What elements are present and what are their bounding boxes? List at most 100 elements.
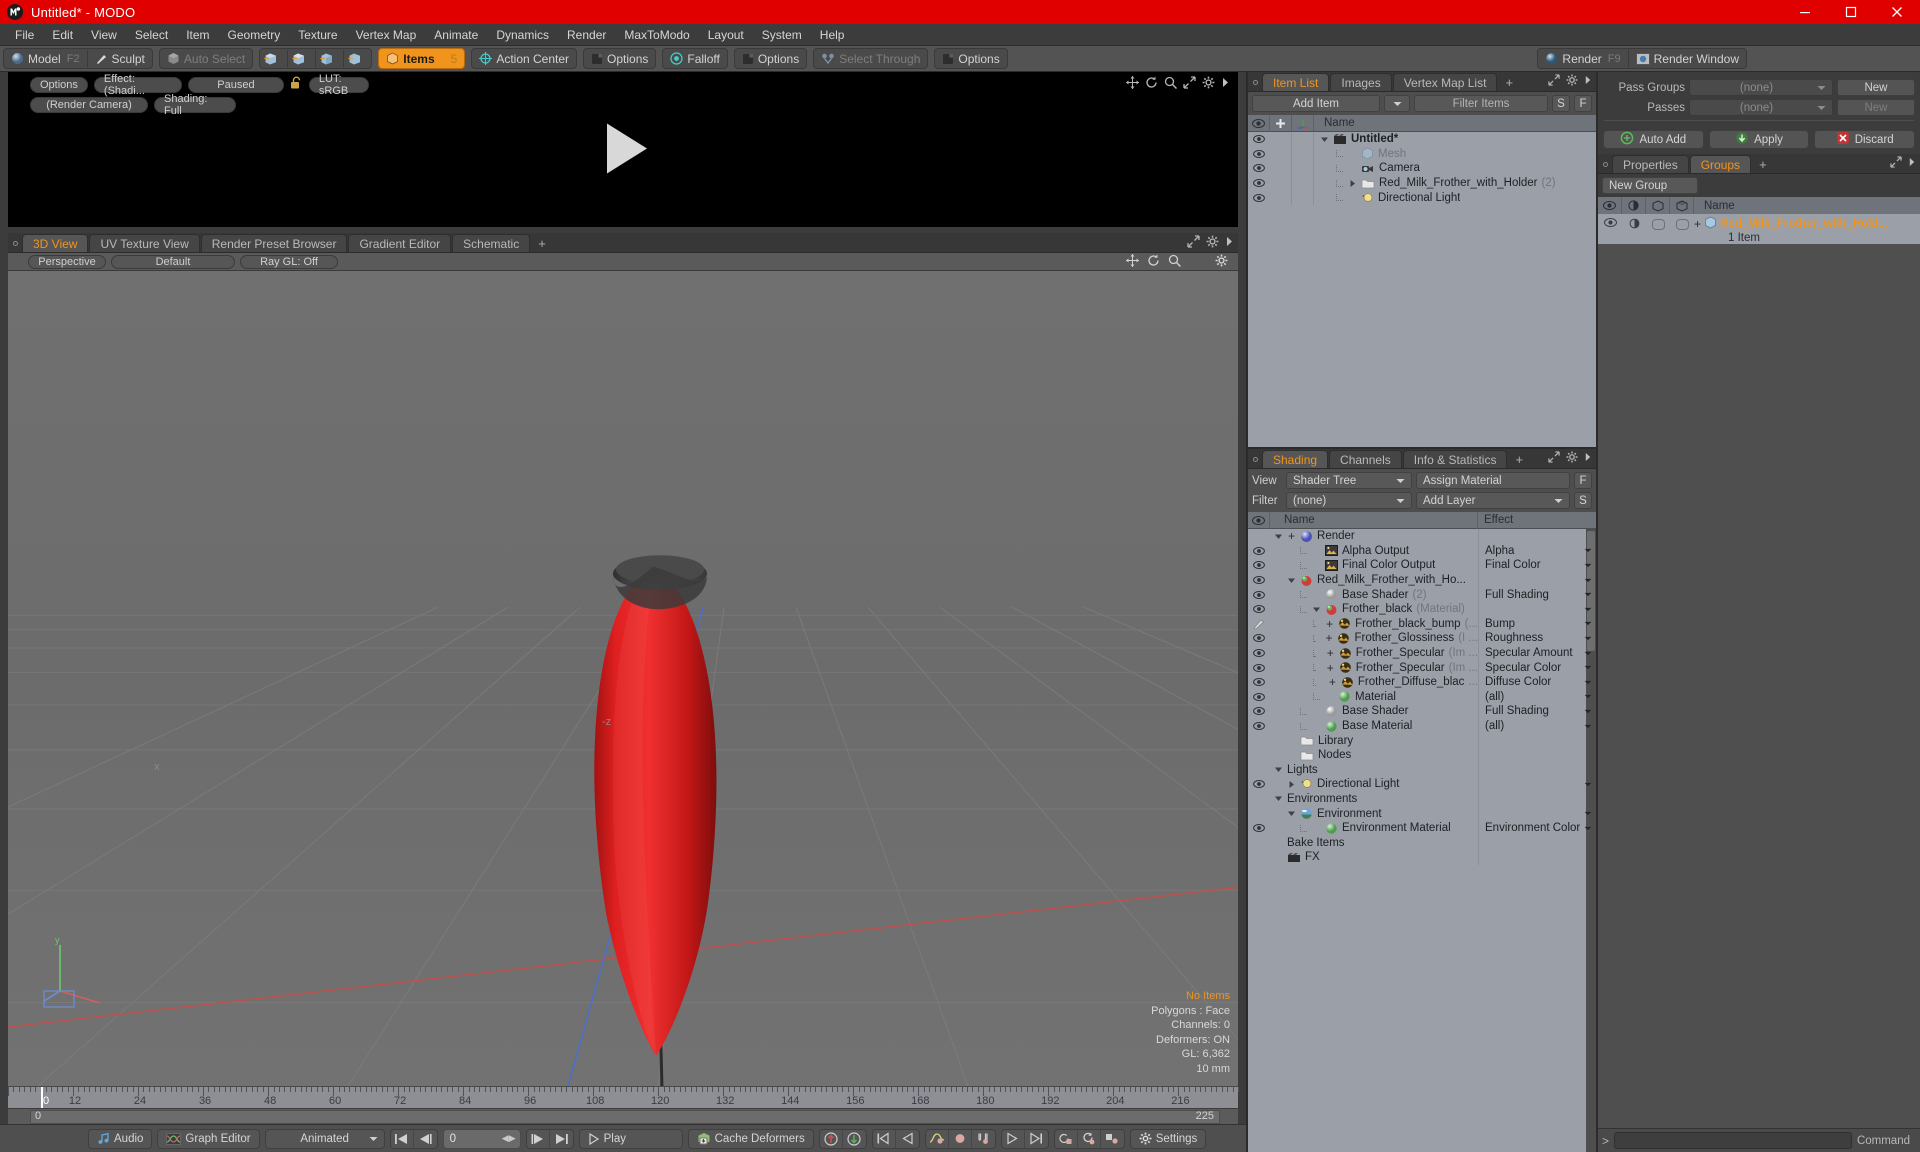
rotate-icon[interactable] (1147, 254, 1160, 270)
action-center-options-button[interactable]: Options (584, 49, 655, 68)
render-preview-panel[interactable]: Options Effect: (Shadi... Paused LUT: sR… (8, 72, 1238, 227)
effect-dropdown[interactable] (1478, 762, 1596, 778)
expand-plus-icon[interactable]: + (1325, 631, 1332, 645)
set-key-curve-button[interactable] (926, 1129, 949, 1148)
minimize-button[interactable] (1782, 0, 1828, 24)
add-viewport-tab-button[interactable]: + (531, 234, 553, 252)
render-camera-dropdown[interactable]: (Render Camera) (30, 97, 148, 113)
expand-plus-icon[interactable]: + (1694, 217, 1701, 231)
raygl-toggle[interactable]: Ray GL: Off (240, 254, 338, 269)
shader-tree-row[interactable]: + Frother_Diffuse_blac... Diffuse Color (1248, 674, 1596, 690)
effect-dropdown[interactable]: Specular Amount (1478, 645, 1596, 661)
layer-visibility-toggle[interactable] (1248, 707, 1270, 716)
item-list-row[interactable]: Camera (1248, 161, 1596, 176)
play-overlay-icon[interactable] (585, 110, 661, 189)
menu-edit[interactable]: Edit (43, 26, 82, 44)
shader-tree-row[interactable]: + Frother_black_bump (... Bump (1248, 616, 1596, 632)
next-key-button2[interactable] (1002, 1129, 1025, 1148)
pass-groups-dropdown[interactable]: (none) (1689, 79, 1833, 96)
shader-tree-row[interactable]: + Frother_Specular (Im ... Specular Color (1248, 660, 1596, 675)
layer-visibility-toggle[interactable] (1248, 722, 1270, 731)
select-through-options-button[interactable]: Options (935, 49, 1006, 68)
shader-tree-row[interactable]: Frother_black (Material) (1248, 601, 1596, 617)
pass-groups-new-button[interactable]: New (1837, 79, 1915, 96)
move-icon[interactable] (1126, 253, 1139, 270)
layer-visibility-toggle[interactable] (1248, 618, 1270, 630)
shading-style-dropdown[interactable]: Default (111, 254, 235, 269)
group-visibility-toggle[interactable] (1598, 214, 1622, 227)
auto-add-button[interactable]: Auto Add (1603, 130, 1704, 149)
add-groups-tab-button[interactable]: + (1752, 155, 1774, 173)
key-up-button[interactable] (820, 1129, 843, 1148)
key-layers-button[interactable] (1101, 1130, 1124, 1148)
expand-plus-icon[interactable]: + (1288, 529, 1295, 543)
gear-icon[interactable] (1206, 235, 1219, 248)
panel-menu-icon[interactable] (1584, 452, 1592, 462)
tab-channels[interactable]: Channels (1329, 450, 1402, 468)
last-key-button[interactable] (1025, 1130, 1048, 1148)
zoom-icon[interactable] (1168, 254, 1182, 270)
lock-cell[interactable] (1270, 146, 1292, 162)
select-through-button[interactable]: Select Through (814, 49, 927, 68)
effect-dropdown[interactable] (1478, 777, 1596, 792)
falloff-options-button[interactable]: Options (735, 49, 806, 68)
effect-dropdown[interactable] (1478, 791, 1596, 807)
assign-material-button[interactable]: Assign Material (1416, 472, 1570, 489)
maximize-panel-icon[interactable] (1183, 76, 1196, 92)
range-slider[interactable] (30, 1110, 1220, 1124)
key-refresh-button[interactable] (1078, 1129, 1101, 1148)
preview-options-button[interactable]: Options (30, 76, 88, 93)
menu-maxtomodo[interactable]: MaxToModo (615, 26, 698, 44)
move-icon[interactable] (1126, 76, 1139, 92)
effect-dropdown[interactable] (1478, 806, 1596, 821)
close-button[interactable] (1874, 0, 1920, 24)
shader-tree-dropdown[interactable]: Shader Tree (1286, 472, 1412, 489)
maximize-panel-icon[interactable] (1548, 451, 1560, 463)
panel-menu-icon[interactable] (1584, 75, 1592, 85)
passes-new-button[interactable]: New (1837, 99, 1915, 116)
transform-cell[interactable] (1292, 161, 1314, 176)
menu-render[interactable]: Render (558, 26, 615, 44)
layer-visibility-toggle[interactable] (1248, 663, 1270, 672)
transform-cell[interactable] (1292, 175, 1314, 191)
action-center-button[interactable]: Action Center (472, 49, 576, 68)
panel-dot-icon[interactable] (1598, 155, 1612, 173)
discard-button[interactable]: Discard (1814, 130, 1916, 149)
menu-dynamics[interactable]: Dynamics (487, 26, 558, 44)
menu-system[interactable]: System (753, 26, 811, 44)
shader-tree-row[interactable]: + Render (1248, 529, 1596, 544)
visibility-toggle[interactable] (1248, 164, 1270, 173)
shader-tree-row[interactable]: Environment Material Environment Color (1248, 820, 1596, 836)
shader-tree-row[interactable]: Material (all) (1248, 689, 1596, 705)
sculpt-mode-button[interactable]: Sculpt (88, 49, 152, 68)
tab-item-list[interactable]: Item List (1262, 73, 1330, 91)
maximize-panel-icon[interactable] (1890, 156, 1902, 168)
item-list-row[interactable]: Mesh (1248, 146, 1596, 162)
effect-dropdown[interactable]: Alpha (1478, 543, 1596, 559)
expand-plus-icon[interactable]: + (1326, 617, 1333, 631)
layer-visibility-toggle[interactable] (1248, 649, 1270, 658)
tab-render-preset-browser[interactable]: Render Preset Browser (200, 234, 348, 252)
shader-tree-row[interactable]: Lights (1248, 762, 1596, 778)
visibility-toggle[interactable] (1248, 149, 1270, 158)
audio-button[interactable]: Audio (88, 1128, 153, 1149)
layer-visibility-toggle[interactable] (1248, 576, 1270, 585)
effect-dropdown[interactable]: Final Color (1478, 558, 1596, 573)
shader-tree-row[interactable]: + Frother_Glossiness (I ... Roughness (1248, 631, 1596, 646)
tab-uv-texture-view[interactable]: UV Texture View (89, 234, 200, 252)
preview-effect-dropdown[interactable]: Effect: (Shadi... (93, 73, 182, 97)
layer-visibility-toggle[interactable] (1248, 824, 1270, 833)
add-layer-dropdown[interactable]: Add Layer (1416, 492, 1570, 509)
shader-tree-row[interactable]: Red_Milk_Frother_with_Ho... (1248, 572, 1596, 588)
shader-tree-row[interactable]: Base Shader Full Shading (1248, 704, 1596, 719)
effect-dropdown[interactable]: Roughness (1478, 631, 1596, 646)
tab-groups[interactable]: Groups (1689, 155, 1752, 173)
item-list-tree[interactable]: Untitled* Mesh Camera Red_Milk_Frother_with… (1248, 132, 1596, 447)
play-button[interactable]: Play (578, 1128, 683, 1149)
lock-cell[interactable] (1270, 175, 1292, 191)
effect-dropdown[interactable]: Specular Color (1478, 660, 1596, 675)
panel-menu-icon[interactable] (1908, 157, 1916, 167)
key-down-button[interactable] (843, 1130, 866, 1148)
falloff-button[interactable]: Falloff (663, 49, 726, 68)
next-key-button[interactable] (527, 1129, 550, 1148)
